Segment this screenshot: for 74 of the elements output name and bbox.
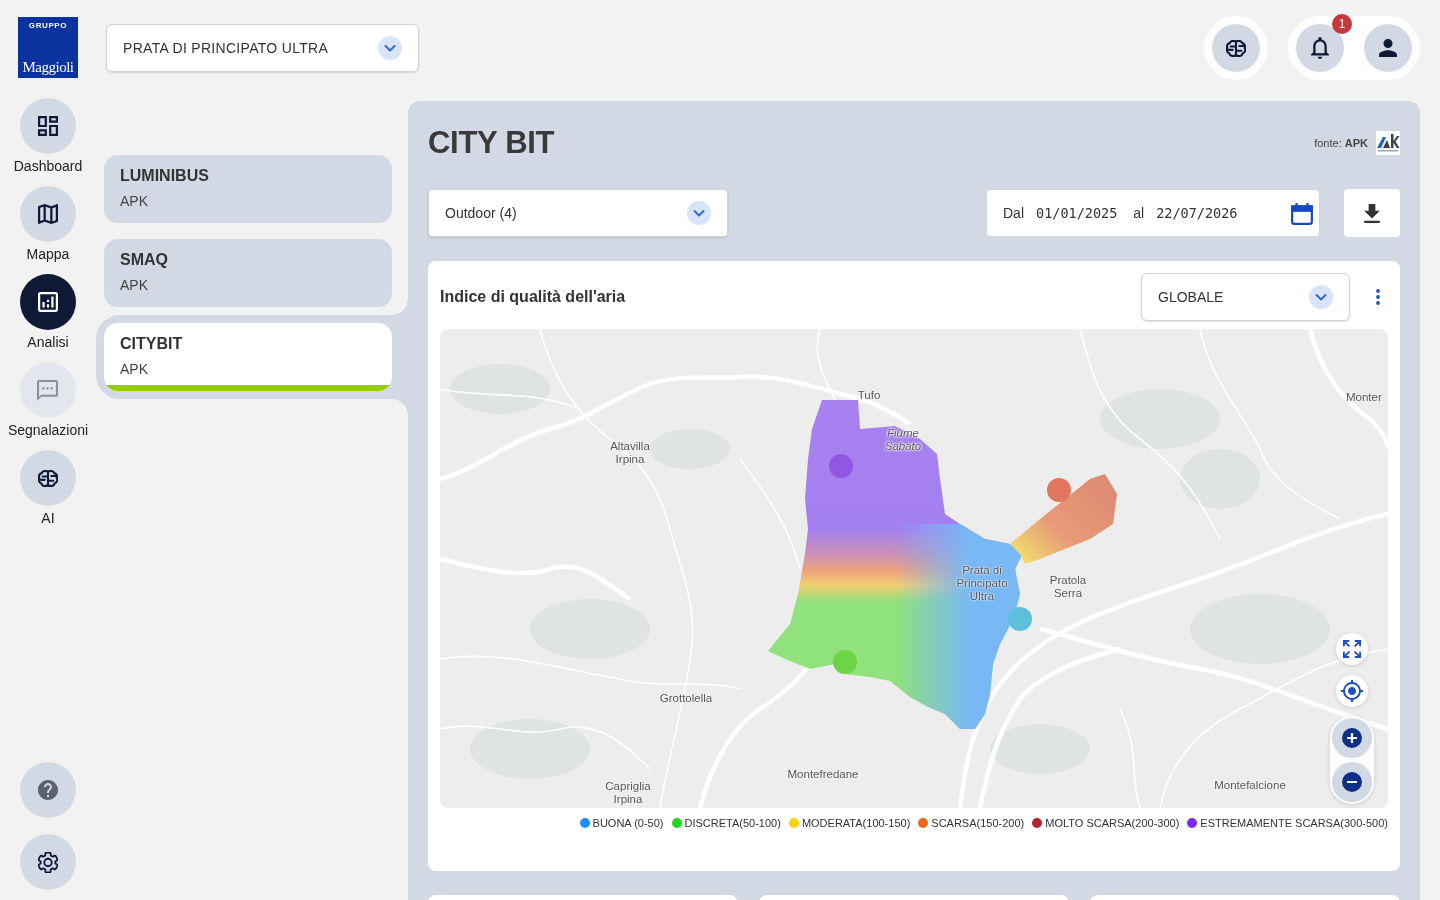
sensor-marker-icon[interactable] [1008, 607, 1032, 631]
sensor-marker-icon[interactable] [833, 650, 857, 674]
source-provider: APK [120, 361, 149, 377]
sensor-marker-icon[interactable] [1047, 478, 1071, 502]
nav-button[interactable] [20, 450, 76, 506]
place-label: Altavilla Irpina [609, 440, 651, 466]
source-card[interactable]: CITYBIT APK [104, 323, 392, 391]
card-title: Indice di qualità dell'aria [440, 288, 626, 306]
source-note: fonte: APK [1314, 137, 1368, 149]
download-icon [1364, 203, 1380, 223]
map-icon [38, 204, 58, 224]
source-name: LUMINIBUS [120, 167, 210, 185]
source-provider: APK [120, 193, 149, 209]
brain-icon [38, 469, 58, 487]
nav-label: Mappa [26, 245, 70, 264]
chevron-down-icon [687, 201, 711, 225]
legend-label: DISCRETA(50-100) [684, 816, 781, 830]
index-select[interactable]: GLOBALE [1141, 273, 1350, 321]
legend-label: SCARSA(150-200) [931, 816, 1025, 830]
brain-icon [1226, 39, 1246, 57]
station-select[interactable]: Outdoor (4) [428, 189, 728, 237]
source-provider: APK [120, 277, 149, 293]
place-label: Tufo [857, 388, 881, 402]
notification-count-badge: 1 [1332, 14, 1352, 34]
ai-button[interactable] [1212, 24, 1260, 72]
legend-label: MOLTO SCARSA(200-300) [1045, 816, 1180, 830]
download-button[interactable] [1344, 189, 1400, 237]
nav-button[interactable] [20, 274, 76, 330]
place-label: Montefredane [787, 767, 859, 781]
nav-label: Dashboard [13, 157, 83, 176]
nav-button[interactable] [20, 98, 76, 154]
dashboard-icon [38, 116, 58, 136]
location-select[interactable]: PRATA DI PRINCIPATO ULTRA [106, 24, 419, 72]
settings-button[interactable] [20, 834, 76, 890]
zoom-in-button[interactable] [1332, 718, 1372, 758]
nav-label: AI [41, 509, 55, 528]
calendar-icon [1291, 201, 1313, 225]
nav-label: Segnalazioni [7, 421, 89, 440]
legend-label: MODERATA(100-150) [801, 816, 911, 830]
legend-label: BUONA (0-50) [592, 816, 664, 830]
page-title: CITY BIT [428, 125, 555, 161]
source-name: CITYBIT [120, 335, 184, 353]
minus-icon [1342, 772, 1362, 792]
help-button[interactable] [20, 762, 76, 818]
place-label: Prata di Principato Ultra [955, 563, 1009, 603]
chevron-down-icon [1309, 285, 1333, 309]
chevron-down-icon [378, 36, 402, 60]
chat-bubble-icon [37, 379, 59, 401]
source-name: SMAQ [120, 251, 169, 269]
nav-label: Analisi [27, 333, 69, 352]
help-icon [38, 780, 58, 800]
locate-icon [1341, 680, 1363, 702]
source-card[interactable]: SMAQ APK [104, 239, 392, 307]
plus-icon [1342, 728, 1362, 748]
place-label: Grottolella [659, 691, 713, 705]
legend-label: ESTREMAMENTE SCARSA(300-500) [1200, 816, 1388, 830]
bell-icon [1311, 37, 1329, 59]
date-range-field[interactable]: Dal 01/01/2025 al 22/07/2026 [986, 189, 1320, 237]
settings-icon [38, 851, 58, 873]
place-label: Pratola Serra [1048, 574, 1088, 600]
user-icon [1379, 39, 1397, 57]
company-logo: GRUPPO Maggioli [18, 17, 78, 78]
profile-button[interactable] [1364, 24, 1412, 72]
source-logo-icon [1376, 131, 1400, 155]
fullscreen-icon [1343, 640, 1361, 658]
place-label: Monter [1346, 390, 1382, 404]
sensor-marker-icon[interactable] [829, 454, 853, 478]
more-options-icon[interactable] [1376, 289, 1380, 305]
nav-button[interactable] [20, 186, 76, 242]
source-card[interactable]: LUMINIBUS APK [104, 155, 392, 223]
bar-chart-icon [38, 292, 58, 312]
place-label: Montefalcione [1214, 778, 1286, 792]
place-label: Capriglia Irpina [604, 780, 652, 806]
zoom-out-button[interactable] [1332, 762, 1372, 802]
